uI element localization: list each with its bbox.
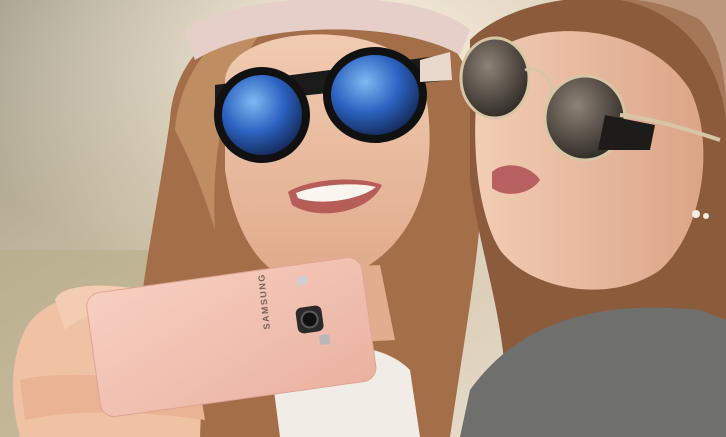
left-lens [214, 67, 310, 163]
selfie-photo: SAMSUNG [0, 0, 726, 437]
right-girl-left-lens [459, 36, 531, 120]
sensor [319, 334, 330, 345]
photo-illustration [0, 0, 726, 437]
camera-lens [300, 310, 319, 329]
right-lens [323, 47, 427, 143]
flash [296, 275, 308, 286]
earring [692, 210, 700, 218]
